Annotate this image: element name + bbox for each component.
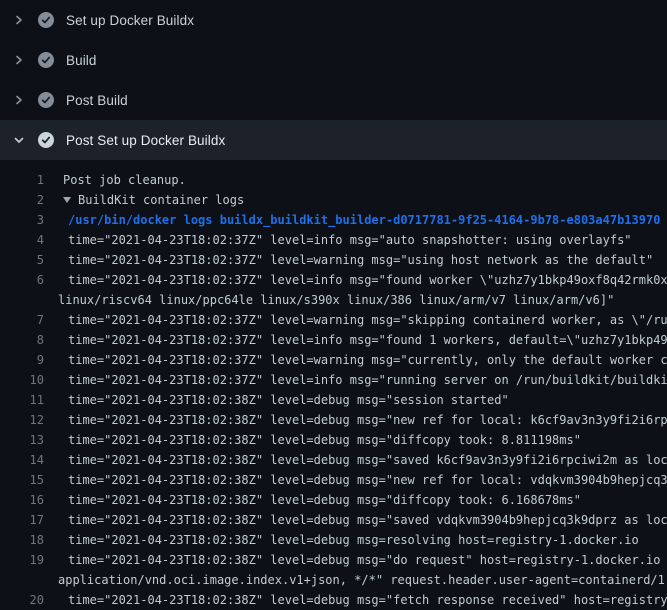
log-line-number[interactable]: 2 (0, 190, 44, 210)
log-line[interactable]: 8 time="2021-04-23T18:02:37Z" level=info… (0, 330, 667, 350)
log-line-number[interactable]: 12 (0, 410, 44, 430)
log-line-text: linux/riscv64 linux/ppc64le linux/s390x … (58, 290, 614, 310)
check-circle-icon (38, 12, 54, 28)
log-line-text: time="2021-04-23T18:02:37Z" level=warnin… (68, 310, 667, 330)
log-line-number[interactable] (0, 290, 44, 310)
log-line[interactable]: 5 time="2021-04-23T18:02:37Z" level=warn… (0, 250, 667, 270)
log-line-number[interactable]: 11 (0, 390, 44, 410)
log-line-text: BuildKit container logs (63, 190, 244, 210)
log-line[interactable]: linux/riscv64 linux/ppc64le linux/s390x … (0, 290, 667, 310)
step-title: Set up Docker Buildx (66, 13, 194, 28)
log-line-number[interactable]: 9 (0, 350, 44, 370)
log-line[interactable]: 13 time="2021-04-23T18:02:38Z" level=deb… (0, 430, 667, 450)
step-header[interactable]: Build (0, 40, 667, 80)
log-line-number[interactable]: 20 (0, 590, 44, 610)
log-line-number[interactable]: 5 (0, 250, 44, 270)
log-line-text: time="2021-04-23T18:02:38Z" level=debug … (68, 410, 667, 430)
log-line-text: time="2021-04-23T18:02:38Z" level=debug … (68, 470, 667, 490)
step-title: Build (66, 53, 97, 68)
log-line[interactable]: 3 /usr/bin/docker logs buildx_buildkit_b… (0, 210, 667, 230)
log-line-text: time="2021-04-23T18:02:37Z" level=warnin… (68, 350, 667, 370)
log-line-text: time="2021-04-23T18:02:37Z" level=warnin… (68, 250, 653, 270)
log-line-text: time="2021-04-23T18:02:37Z" level=info m… (68, 330, 667, 350)
log-line-number[interactable]: 1 (0, 170, 44, 190)
log-line[interactable]: 19 time="2021-04-23T18:02:38Z" level=deb… (0, 550, 667, 570)
step-header-expanded[interactable]: Post Set up Docker Buildx (0, 120, 667, 160)
log-line-number[interactable]: 17 (0, 510, 44, 530)
log-line-text: time="2021-04-23T18:02:37Z" level=info m… (68, 270, 667, 290)
log-line-number[interactable]: 6 (0, 270, 44, 290)
chevron-right-icon (11, 52, 27, 68)
log-line[interactable]: application/vnd.oci.image.index.v1+json,… (0, 570, 667, 590)
chevron-right-icon (11, 92, 27, 108)
log-line-text: time="2021-04-23T18:02:38Z" level=debug … (68, 550, 667, 570)
log-line[interactable]: 1 Post job cleanup. (0, 170, 667, 190)
log-line-text: application/vnd.oci.image.index.v1+json,… (58, 570, 667, 590)
log-line[interactable]: 2 BuildKit container logs (0, 190, 667, 210)
log-line-text: time="2021-04-23T18:02:38Z" level=debug … (68, 390, 509, 410)
log-line-number[interactable]: 14 (0, 450, 44, 470)
log-line[interactable]: 7 time="2021-04-23T18:02:37Z" level=warn… (0, 310, 667, 330)
log-line[interactable]: 15 time="2021-04-23T18:02:38Z" level=deb… (0, 470, 667, 490)
log-line-number[interactable]: 16 (0, 490, 44, 510)
log-line[interactable]: 18 time="2021-04-23T18:02:38Z" level=deb… (0, 530, 667, 550)
log-line-number[interactable]: 3 (0, 210, 44, 230)
check-circle-icon (38, 92, 54, 108)
chevron-right-icon (11, 12, 27, 28)
log-line[interactable]: 17 time="2021-04-23T18:02:38Z" level=deb… (0, 510, 667, 530)
log-line-number[interactable]: 8 (0, 330, 44, 350)
log-line-text: time="2021-04-23T18:02:38Z" level=debug … (68, 590, 667, 610)
log-line[interactable]: 11 time="2021-04-23T18:02:38Z" level=deb… (0, 390, 667, 410)
log-line-text: time="2021-04-23T18:02:38Z" level=debug … (68, 510, 667, 530)
log-viewer: 1 Post job cleanup. 2 BuildKit container… (0, 160, 667, 610)
log-line[interactable]: 12 time="2021-04-23T18:02:38Z" level=deb… (0, 410, 667, 430)
chevron-down-icon (11, 132, 27, 148)
log-line[interactable]: 9 time="2021-04-23T18:02:37Z" level=warn… (0, 350, 667, 370)
log-line-number[interactable]: 13 (0, 430, 44, 450)
log-line-text: time="2021-04-23T18:02:37Z" level=info m… (68, 230, 632, 250)
log-line[interactable]: 4 time="2021-04-23T18:02:37Z" level=info… (0, 230, 667, 250)
log-line[interactable]: 6 time="2021-04-23T18:02:37Z" level=info… (0, 270, 667, 290)
log-line[interactable]: 16 time="2021-04-23T18:02:38Z" level=deb… (0, 490, 667, 510)
log-line[interactable]: 14 time="2021-04-23T18:02:38Z" level=deb… (0, 450, 667, 470)
log-line-text: time="2021-04-23T18:02:38Z" level=debug … (68, 530, 639, 550)
step-header[interactable]: Post Build (0, 80, 667, 120)
step-title: Post Build (66, 93, 128, 108)
log-line-text: time="2021-04-23T18:02:38Z" level=debug … (68, 430, 581, 450)
log-line-number[interactable]: 4 (0, 230, 44, 250)
check-circle-icon (38, 132, 54, 148)
log-line-number[interactable]: 15 (0, 470, 44, 490)
log-line[interactable]: 10 time="2021-04-23T18:02:37Z" level=inf… (0, 370, 667, 390)
log-line[interactable]: 20 time="2021-04-23T18:02:38Z" level=deb… (0, 590, 667, 610)
collapse-triangle-icon[interactable] (63, 197, 71, 203)
log-line-number[interactable] (0, 570, 44, 590)
log-line-text: /usr/bin/docker logs buildx_buildkit_bui… (68, 210, 660, 230)
step-title: Post Set up Docker Buildx (66, 133, 225, 148)
log-line-text: time="2021-04-23T18:02:38Z" level=debug … (68, 450, 667, 470)
step-list: Set up Docker Buildx Build Post Build (0, 0, 667, 120)
check-circle-icon (38, 52, 54, 68)
log-line-number[interactable]: 10 (0, 370, 44, 390)
log-line-text: time="2021-04-23T18:02:37Z" level=info m… (68, 370, 667, 390)
log-line-text: Post job cleanup. (63, 170, 186, 190)
log-line-number[interactable]: 19 (0, 550, 44, 570)
log-line-number[interactable]: 18 (0, 530, 44, 550)
log-line-number[interactable]: 7 (0, 310, 44, 330)
log-line-text: time="2021-04-23T18:02:38Z" level=debug … (68, 490, 581, 510)
step-header[interactable]: Set up Docker Buildx (0, 0, 667, 40)
